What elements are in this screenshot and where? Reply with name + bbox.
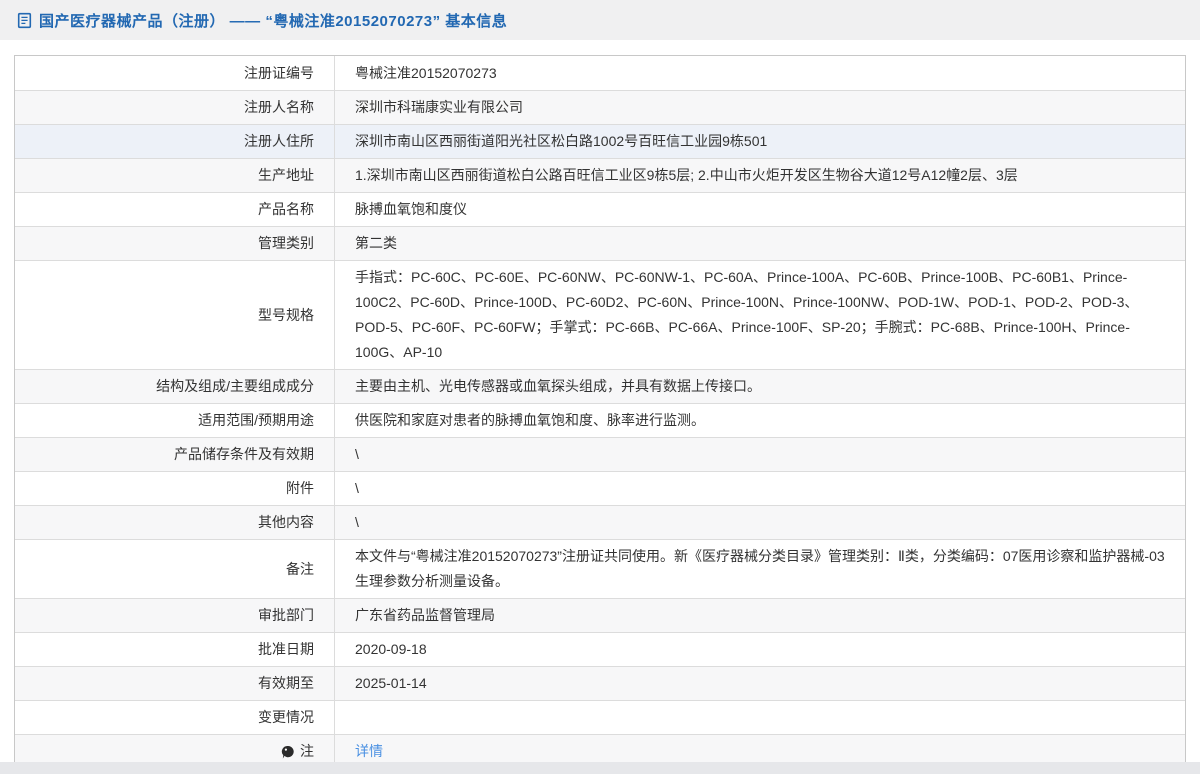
row-label-text: 注册证编号	[244, 61, 314, 86]
table-row: 审批部门 广东省药品监督管理局	[15, 598, 1185, 632]
table-row: 注册人住所 深圳市南山区西丽街道阳光社区松白路1002号百旺信工业园9栋501	[15, 124, 1185, 158]
row-value: 本文件与“粤械注准20152070273”注册证共同使用。新《医疗器械分类目录》…	[335, 540, 1185, 598]
row-value: 深圳市科瑞康实业有限公司	[335, 91, 1185, 124]
row-label-text: 注册人名称	[244, 95, 314, 120]
row-value: 第二类	[335, 227, 1185, 260]
info-table: 注册证编号粤械注准20152070273注册人名称深圳市科瑞康实业有限公司注册人…	[14, 55, 1186, 769]
row-value: 粤械注准20152070273	[335, 56, 1185, 90]
page-title: 国产医疗器械产品（注册） —— “粤械注准20152070273” 基本信息	[39, 10, 507, 31]
row-value: 手指式：PC-60C、PC-60E、PC-60NW、PC-60NW-1、PC-6…	[335, 261, 1185, 369]
row-value-text: 广东省药品监督管理局	[355, 603, 495, 628]
row-value-text: 脉搏血氧饱和度仪	[355, 197, 467, 222]
row-label-text: 附件	[286, 476, 314, 501]
row-value: 供医院和家庭对患者的脉搏血氧饱和度、脉率进行监测。	[335, 404, 1185, 437]
table-row: 产品名称 脉搏血氧饱和度仪	[15, 192, 1185, 226]
row-label-text: 型号规格	[258, 303, 314, 328]
row-label-text: 审批部门	[258, 603, 314, 628]
table-row: 管理类别 第二类	[15, 226, 1185, 260]
row-label-text: 生产地址	[258, 163, 314, 188]
table-row: 附件 \	[15, 471, 1185, 505]
row-label-text: 备注	[286, 557, 314, 582]
row-label-text: 其他内容	[258, 510, 314, 535]
document-icon	[17, 12, 32, 29]
row-value-text: 主要由主机、光电传感器或血氧探头组成，并具有数据上传接口。	[355, 374, 761, 399]
row-value: 主要由主机、光电传感器或血氧探头组成，并具有数据上传接口。	[335, 370, 1185, 403]
row-label: 适用范围/预期用途	[15, 404, 335, 437]
detail-link[interactable]: 详情	[355, 739, 383, 764]
table-row: 适用范围/预期用途 供医院和家庭对患者的脉搏血氧饱和度、脉率进行监测。	[15, 403, 1185, 437]
table-row: 备注 本文件与“粤械注准20152070273”注册证共同使用。新《医疗器械分类目…	[15, 539, 1185, 598]
table-row: 其他内容 \	[15, 505, 1185, 539]
row-label: 其他内容	[15, 506, 335, 539]
row-label: 注册证编号	[15, 56, 335, 90]
row-label-text: 产品名称	[258, 197, 314, 222]
row-value: 1.深圳市南山区西丽街道松白公路百旺信工业区9栋5层; 2.中山市火炬开发区生物…	[335, 159, 1185, 192]
table-row: 注册人名称 深圳市科瑞康实业有限公司	[15, 90, 1185, 124]
row-value-text: 手指式：PC-60C、PC-60E、PC-60NW、PC-60NW-1、PC-6…	[355, 265, 1167, 365]
row-value: 2025-01-14	[335, 667, 1185, 700]
row-label: 结构及组成/主要组成成分	[15, 370, 335, 403]
row-label-text: 适用范围/预期用途	[198, 408, 314, 433]
row-label: 有效期至	[15, 667, 335, 700]
table-row: 变更情况	[15, 700, 1185, 734]
row-label: 产品名称	[15, 193, 335, 226]
row-value-text: 粤械注准20152070273	[355, 61, 497, 86]
row-label: 生产地址	[15, 159, 335, 192]
row-value-text: 深圳市科瑞康实业有限公司	[355, 95, 523, 120]
table-row: 结构及组成/主要组成成分 主要由主机、光电传感器或血氧探头组成，并具有数据上传接口…	[15, 369, 1185, 403]
row-label: 批准日期	[15, 633, 335, 666]
row-value-text: 第二类	[355, 231, 397, 256]
row-label-text: 结构及组成/主要组成成分	[156, 374, 314, 399]
row-value	[335, 701, 1185, 734]
row-label: 注册人住所	[15, 125, 335, 158]
row-value: 深圳市南山区西丽街道阳光社区松白路1002号百旺信工业园9栋501	[335, 125, 1185, 158]
row-value-text: \	[355, 442, 359, 467]
row-value: \	[335, 472, 1185, 505]
page-header: 国产医疗器械产品（注册） —— “粤械注准20152070273” 基本信息	[0, 0, 1200, 40]
row-value: \	[335, 438, 1185, 471]
row-value-text: 1.深圳市南山区西丽街道松白公路百旺信工业区9栋5层; 2.中山市火炬开发区生物…	[355, 163, 1018, 188]
row-label: 变更情况	[15, 701, 335, 734]
table-row: 产品储存条件及有效期 \	[15, 437, 1185, 471]
row-label: 审批部门	[15, 599, 335, 632]
row-value-text: 2025-01-14	[355, 671, 427, 696]
row-value: \	[335, 506, 1185, 539]
row-label: 型号规格	[15, 261, 335, 369]
row-value-text: 本文件与“粤械注准20152070273”注册证共同使用。新《医疗器械分类目录》…	[355, 544, 1167, 594]
row-label: 注册人名称	[15, 91, 335, 124]
row-value-text: 2020-09-18	[355, 637, 427, 662]
row-label-text: 批准日期	[258, 637, 314, 662]
table-row: 生产地址 1.深圳市南山区西丽街道松白公路百旺信工业区9栋5层; 2.中山市火炬开…	[15, 158, 1185, 192]
row-label-text: 注	[300, 739, 314, 764]
table-row: 注册证编号 粤械注准20152070273	[15, 56, 1185, 90]
row-label-text: 有效期至	[258, 671, 314, 696]
row-label-text: 产品储存条件及有效期	[174, 442, 314, 467]
row-label: 备注	[15, 540, 335, 598]
row-value-text: 深圳市南山区西丽街道阳光社区松白路1002号百旺信工业园9栋501	[355, 129, 767, 154]
page-footer-band	[0, 762, 1200, 774]
row-label: 附件	[15, 472, 335, 505]
row-value-text: \	[355, 476, 359, 501]
note-icon	[281, 745, 295, 760]
row-value-text: \	[355, 510, 359, 535]
row-label: 管理类别	[15, 227, 335, 260]
table-row: 批准日期 2020-09-18	[15, 632, 1185, 666]
table-row: 型号规格 手指式：PC-60C、PC-60E、PC-60NW、PC-60NW-1、…	[15, 260, 1185, 369]
row-value-text: 供医院和家庭对患者的脉搏血氧饱和度、脉率进行监测。	[355, 408, 705, 433]
row-label: 产品储存条件及有效期	[15, 438, 335, 471]
table-row: 有效期至 2025-01-14	[15, 666, 1185, 700]
row-value: 广东省药品监督管理局	[335, 599, 1185, 632]
row-value: 2020-09-18	[335, 633, 1185, 666]
row-label-text: 注册人住所	[244, 129, 314, 154]
row-label-text: 变更情况	[258, 705, 314, 730]
row-label-text: 管理类别	[258, 231, 314, 256]
row-value: 脉搏血氧饱和度仪	[335, 193, 1185, 226]
